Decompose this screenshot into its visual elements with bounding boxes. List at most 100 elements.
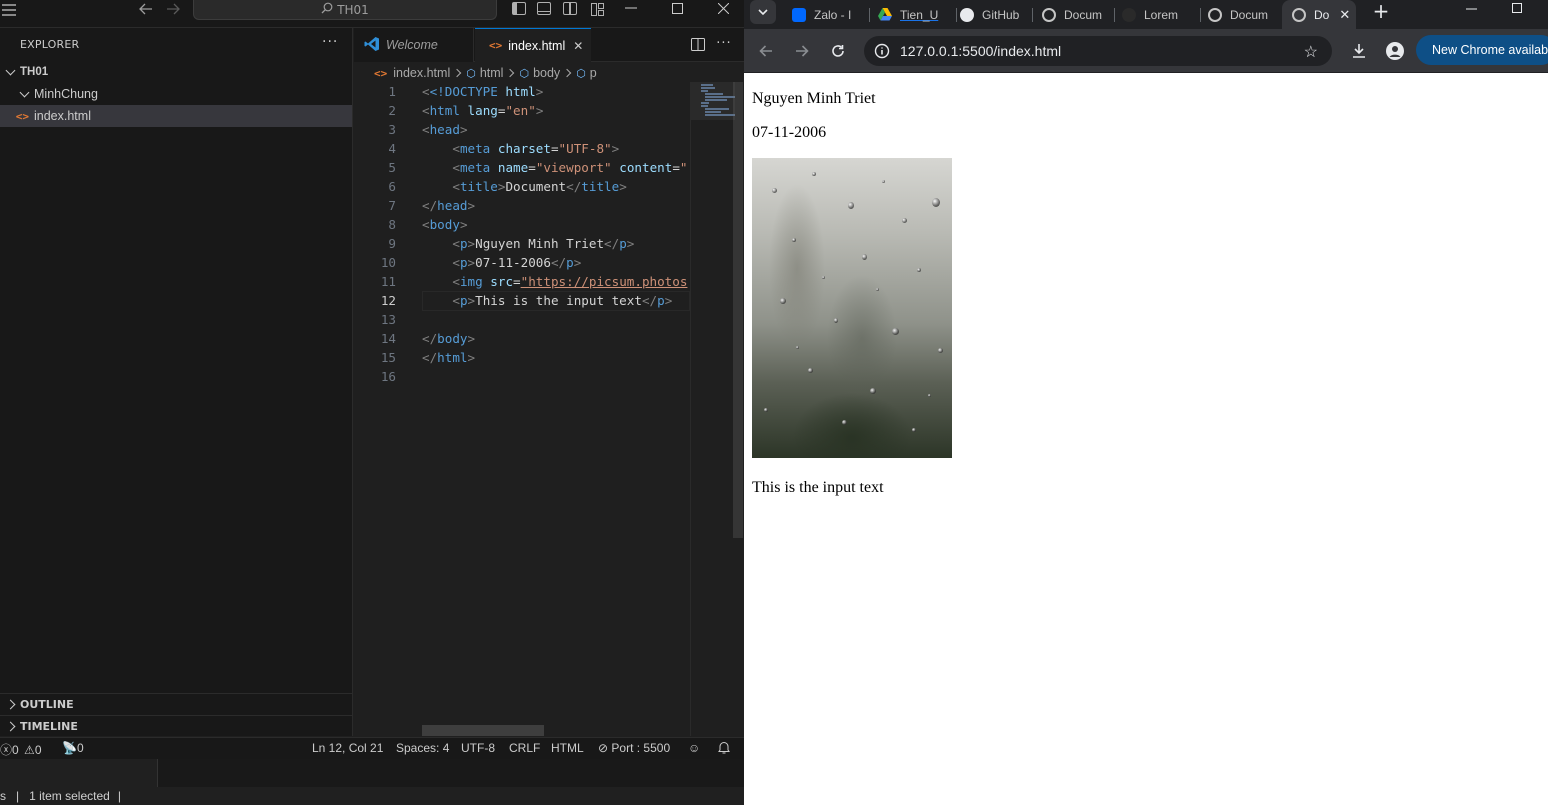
cursor-position[interactable]: Ln 12, Col 21 (312, 741, 383, 755)
element-icon: ⬡ (519, 67, 530, 80)
code-line: 9 <p>Nguyen Minh Triet</p> (354, 234, 690, 253)
breadcrumb-html[interactable]: html (480, 66, 504, 80)
broadcast-icon: 📡 (62, 741, 77, 755)
page-paragraph-name: Nguyen Minh Triet (752, 90, 876, 107)
minimize-icon[interactable] (1460, 0, 1482, 18)
profile-avatar-icon[interactable] (1382, 29, 1408, 73)
toggle-panel-icon[interactable] (537, 2, 551, 15)
maximize-icon[interactable] (1506, 0, 1528, 16)
address-bar[interactable]: 127.0.0.1:5500/index.html ☆ (864, 36, 1332, 66)
breadcrumb-file[interactable]: index.html (393, 66, 450, 80)
line-number: 7 (388, 198, 396, 213)
forward-arrow-icon[interactable] (790, 29, 814, 73)
line-number: 15 (380, 350, 396, 365)
zalo-icon (792, 7, 806, 22)
chrome-tab-drive[interactable]: Tien_U (878, 0, 954, 29)
bookmark-star-icon[interactable]: ☆ (1304, 42, 1318, 62)
back-arrow-icon[interactable] (137, 0, 155, 18)
line-number: 5 (388, 160, 396, 175)
downloads-icon[interactable] (1346, 29, 1372, 73)
breadcrumb-p[interactable]: p (590, 66, 597, 80)
code-line: 15 </html> (354, 348, 690, 367)
toggle-secondary-sidebar-icon[interactable] (563, 2, 577, 15)
selection-count: 1 item selected (29, 789, 110, 803)
chevron-down-icon (0, 87, 34, 97)
tab-welcome[interactable]: Welcome (354, 28, 474, 62)
minimize-icon[interactable] (623, 0, 639, 16)
ports-indicator[interactable]: 📡0 (62, 741, 84, 755)
chevron-right-icon (0, 721, 20, 732)
chrome-tab-github[interactable]: GitHub (960, 0, 1024, 29)
new-tab-plus-icon[interactable]: + (1370, 0, 1392, 23)
close-tab-icon[interactable]: ✕ (573, 39, 583, 53)
vertical-scrollbar[interactable] (733, 82, 743, 538)
command-center-search[interactable]: TH01 (193, 0, 497, 20)
forward-arrow-icon[interactable] (164, 0, 182, 18)
tree-root-th01[interactable]: TH01 (0, 61, 352, 83)
code-line: 7 </head> (354, 196, 690, 215)
timeline-label: TIMELINE (20, 720, 78, 733)
reload-icon[interactable] (826, 29, 850, 73)
tree-folder-label: MinhChung (34, 87, 98, 101)
close-icon[interactable] (715, 0, 731, 16)
lorem-icon (1122, 7, 1136, 22)
breadcrumb-body[interactable]: body (533, 66, 560, 80)
problems-indicator[interactable]: ⓧ0 ⚠0 (0, 741, 42, 758)
line-number: 13 (380, 312, 396, 327)
tab-index-html[interactable]: <> index.html ✕ (475, 28, 591, 62)
html-file-icon: <> (15, 109, 29, 123)
copilot-icon[interactable]: ☺ (688, 741, 700, 755)
globe-icon (1208, 7, 1222, 22)
explorer-title: EXPLORER (20, 38, 80, 51)
customize-layout-icon[interactable] (589, 1, 605, 17)
code-line: 16 (354, 367, 690, 386)
chevron-right-icon (506, 68, 515, 78)
status-bar: ⓧ0 ⚠0 📡0 Ln 12, Col 21 Spaces: 4 UTF-8 C… (0, 737, 744, 759)
toggle-primary-sidebar-icon[interactable] (512, 2, 526, 15)
chrome-tab-active[interactable]: Do ✕ (1282, 0, 1356, 29)
chrome-tab-zalo[interactable]: Zalo - I (792, 0, 866, 29)
close-tab-icon[interactable]: ✕ (1339, 7, 1350, 23)
code-line: 14 </body> (354, 329, 690, 348)
code-line: 10 <p>07-11-2006</p> (354, 253, 690, 272)
no-entry-icon: ⊘ (598, 741, 609, 755)
tree-file-index-html[interactable]: <> index.html (0, 105, 352, 127)
file-explorer-strip: s | 1 item selected | (0, 759, 744, 805)
chrome-tab-lorem[interactable]: Lorem (1122, 0, 1200, 29)
line-number: 2 (388, 103, 396, 118)
outline-section[interactable]: OUTLINE (0, 693, 352, 715)
end-of-line[interactable]: CRLF (509, 741, 540, 755)
chrome-tab-document-2[interactable]: Docum (1208, 0, 1284, 29)
html-file-icon: <> (489, 39, 503, 52)
tab-search-chevron-icon[interactable] (750, 0, 776, 24)
maximize-icon[interactable] (669, 0, 685, 16)
split-editor-icon[interactable] (690, 36, 706, 52)
more-actions-icon[interactable]: ··· (322, 34, 338, 50)
globe-icon (1042, 7, 1056, 22)
line-number: 11 (380, 274, 396, 289)
language-mode[interactable]: HTML (551, 741, 584, 755)
tree-file-label: index.html (34, 109, 91, 123)
code-editor[interactable]: 1 <<!DOCTYPE html> 2 <html lang="en"> 3 <he… (354, 82, 690, 722)
page-paragraph-input-text: This is the input text (752, 479, 884, 496)
line-number: 8 (388, 217, 396, 232)
timeline-section[interactable]: TIMELINE (0, 715, 352, 737)
line-number: 14 (380, 331, 396, 346)
chrome-tab-document-1[interactable]: Docum (1042, 0, 1108, 29)
notifications-bell-icon[interactable] (718, 741, 730, 757)
horizontal-scrollbar[interactable] (422, 725, 544, 736)
menu-icon[interactable] (0, 2, 18, 18)
encoding[interactable]: UTF-8 (461, 741, 495, 755)
editor-more-icon[interactable]: ··· (715, 35, 733, 51)
indentation[interactable]: Spaces: 4 (396, 741, 449, 755)
google-drive-icon (878, 7, 892, 22)
code-line-current: 12 <p>This is the input text</p> (354, 291, 690, 310)
outline-label: OUTLINE (20, 698, 74, 711)
update-chrome-button[interactable]: New Chrome available (1416, 35, 1548, 65)
tree-folder-minhchung[interactable]: MinhChung (0, 83, 352, 105)
back-arrow-icon[interactable] (754, 29, 778, 73)
code-line: 5 <meta name="viewport" content=" (354, 158, 690, 177)
site-info-icon[interactable] (874, 43, 890, 59)
live-server-port[interactable]: ⊘ Port : 5500 (598, 741, 670, 755)
line-number: 4 (388, 141, 396, 156)
